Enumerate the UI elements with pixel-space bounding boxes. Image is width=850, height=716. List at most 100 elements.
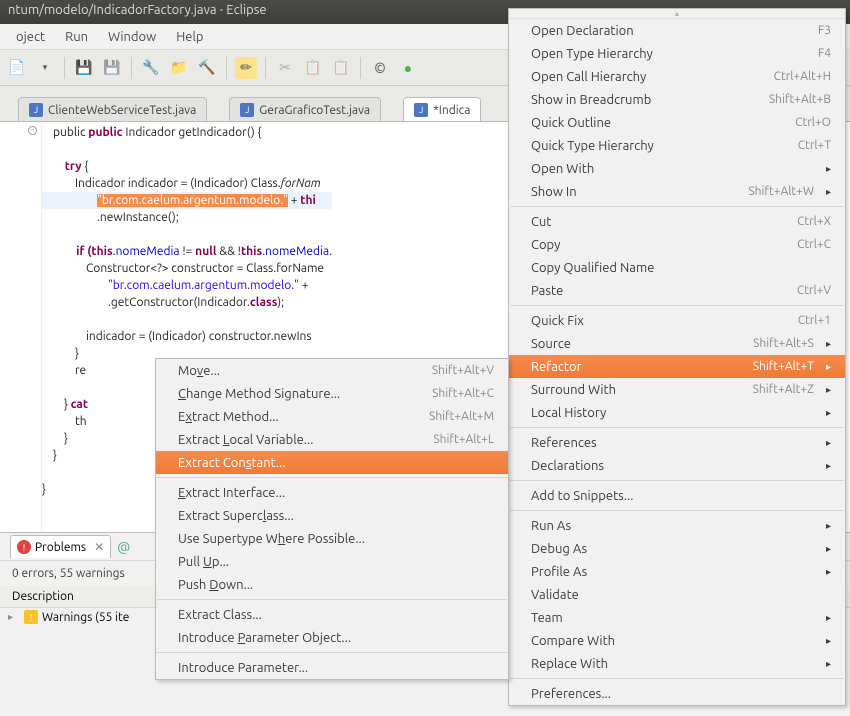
java-file-icon: J: [414, 103, 428, 117]
menu-grabber[interactable]: ▴: [509, 9, 845, 19]
problems-tab[interactable]: ! Problems ✕: [10, 535, 111, 558]
close-icon[interactable]: ✕: [94, 540, 104, 554]
save-all-icon[interactable]: 💾: [101, 57, 123, 79]
chevron-right-icon: ▸: [826, 384, 831, 396]
ctx-label: Profile As: [531, 565, 587, 579]
save-icon[interactable]: 💾: [73, 57, 95, 79]
ctx-item-references[interactable]: References▸: [509, 431, 845, 454]
ctx-label: Introduce Parameter Object...: [178, 631, 351, 645]
ctx-item-team[interactable]: Team▸: [509, 606, 845, 629]
ctx-item-introduce-parameter-object-[interactable]: Introduce Parameter Object...: [156, 626, 508, 649]
ctx-item-declarations[interactable]: Declarations▸: [509, 454, 845, 477]
ctx-item-debug-as[interactable]: Debug As ▸: [509, 537, 845, 560]
chevron-right-icon: ▸: [826, 520, 831, 532]
ctx-item-extract-interface-[interactable]: Extract Interface...: [156, 481, 508, 504]
error-icon: !: [17, 540, 31, 554]
copy-icon[interactable]: 📋: [302, 57, 324, 79]
ctx-item-quick-fix[interactable]: Quick FixCtrl+1: [509, 309, 845, 332]
ctx-item-refactor[interactable]: RefactorShift+Alt+T▸: [509, 355, 845, 378]
tab-label: *Indica: [433, 104, 470, 117]
chevron-right-icon: ▸: [826, 658, 831, 670]
chevron-right-icon: ▸: [826, 543, 831, 555]
ctx-item-profile-as[interactable]: Profile As ▸: [509, 560, 845, 583]
chevron-right-icon: ▸: [826, 566, 831, 578]
toolbar-sep: [64, 57, 65, 79]
ctx-item-open-type-hierarchy[interactable]: Open Type HierarchyF4: [509, 42, 845, 65]
tab-indicadorfactory[interactable]: J *Indica: [403, 97, 481, 121]
ctx-item-quick-type-hierarchy[interactable]: Quick Type HierarchyCtrl+T: [509, 134, 845, 157]
ctx-label: Show in Breadcrumb: [531, 93, 651, 107]
ctx-item-open-with[interactable]: Open With▸: [509, 157, 845, 180]
ctx-item-preferences-[interactable]: Preferences...: [509, 682, 845, 705]
ctx-label: Extract Class...: [178, 608, 262, 622]
shortcut: Shift+Alt+V: [432, 364, 494, 377]
shortcut: Shift+Alt+C: [432, 387, 494, 400]
ctx-label: Copy: [531, 238, 560, 252]
menu-project[interactable]: oject: [6, 26, 55, 48]
ctx-label: Extract Superclass...: [178, 509, 294, 523]
ctx-item-copy[interactable]: Copy Ctrl+C: [509, 233, 845, 256]
ctx-separator: [510, 206, 844, 207]
ctx-item-show-in-breadcrumb[interactable]: Show in Breadcrumb Shift+Alt+B: [509, 88, 845, 111]
ctx-item-source[interactable]: SourceShift+Alt+S▸: [509, 332, 845, 355]
green-icon[interactable]: ●: [397, 57, 419, 79]
ctx-item-introduce-parameter-[interactable]: Introduce Parameter...: [156, 656, 508, 679]
selected-string: "br.com.caelum.argentum.modelo.": [97, 194, 288, 207]
paste-icon[interactable]: 📋: [330, 57, 352, 79]
ctx-label: Quick Type Hierarchy: [531, 139, 654, 153]
ctx-item-extract-constant-[interactable]: Extract Constant...: [156, 451, 508, 474]
ctx-label: Compare With: [531, 634, 615, 648]
dropdown-icon[interactable]: ▾: [34, 57, 56, 79]
ctx-item-quick-outline[interactable]: Quick OutlineCtrl+O: [509, 111, 845, 134]
ctx-item-extract-local-variable-[interactable]: Extract Local Variable...Shift+Alt+L: [156, 428, 508, 451]
menu-run[interactable]: Run: [55, 26, 98, 48]
class-icon[interactable]: ©: [369, 57, 391, 79]
ctx-item-copy-qualified-name[interactable]: Copy Qualified Name: [509, 256, 845, 279]
refactor-icon[interactable]: 🔨: [196, 57, 218, 79]
expand-icon[interactable]: ▸: [8, 611, 20, 623]
folder-icon[interactable]: 📁: [168, 57, 190, 79]
ctx-item-compare-with[interactable]: Compare With▸: [509, 629, 845, 652]
ctx-item-pull-up-[interactable]: Pull Up...: [156, 550, 508, 573]
paint-icon[interactable]: ✏: [235, 57, 257, 79]
ctx-separator: [157, 477, 507, 478]
ctx-item-surround-with[interactable]: Surround WithShift+Alt+Z▸: [509, 378, 845, 401]
menu-help[interactable]: Help: [166, 26, 213, 48]
ctx-item-replace-with[interactable]: Replace With▸: [509, 652, 845, 675]
ctx-item-open-call-hierarchy[interactable]: Open Call HierarchyCtrl+Alt+H: [509, 65, 845, 88]
ctx-item-cut[interactable]: CutCtrl+X: [509, 210, 845, 233]
chevron-right-icon: ▸: [826, 407, 831, 419]
ctx-label: Extract Interface...: [178, 486, 285, 500]
context-menu: ▴ Open DeclarationF3Open Type HierarchyF…: [508, 8, 846, 706]
shortcut: Shift+Alt+B: [769, 93, 831, 106]
ctx-item-show-in[interactable]: Show InShift+Alt+W▸: [509, 180, 845, 203]
ctx-item-extract-class-[interactable]: Extract Class...: [156, 603, 508, 626]
ctx-item-extract-method-[interactable]: Extract Method...Shift+Alt+M: [156, 405, 508, 428]
wand-icon[interactable]: 🔧: [140, 57, 162, 79]
refactor-submenu: Move...Shift+Alt+VChange Method Signatur…: [155, 358, 509, 680]
ctx-item-validate[interactable]: Validate: [509, 583, 845, 606]
ctx-item-paste[interactable]: PasteCtrl+V: [509, 279, 845, 302]
tab-clientewebservice[interactable]: J ClienteWebServiceTest.java: [18, 97, 207, 121]
ctx-item-extract-superclass-[interactable]: Extract Superclass...: [156, 504, 508, 527]
ctx-item-move-[interactable]: Move...Shift+Alt+V: [156, 359, 508, 382]
ctx-item-run-as[interactable]: Run As▸: [509, 514, 845, 537]
ctx-item-use-supertype-where-possible-[interactable]: Use Supertype Where Possible...: [156, 527, 508, 550]
ctx-label: Open Type Hierarchy: [531, 47, 653, 61]
cut-icon[interactable]: ✂: [274, 57, 296, 79]
ctx-item-local-history[interactable]: Local History▸: [509, 401, 845, 424]
shortcut: Shift+Alt+L: [433, 433, 494, 446]
ctx-item-open-declaration[interactable]: Open DeclarationF3: [509, 19, 845, 42]
ctx-item-change-method-signature-[interactable]: Change Method Signature...Shift+Alt+C: [156, 382, 508, 405]
ctx-item-push-down-[interactable]: Push Down...: [156, 573, 508, 596]
fold-icon[interactable]: −: [28, 126, 37, 135]
shortcut: Shift+Alt+W: [748, 185, 814, 198]
tab-geragrafico[interactable]: J GeraGraficoTest.java: [229, 97, 381, 121]
at-icon[interactable]: @: [117, 539, 130, 555]
shortcut: Ctrl+C: [797, 238, 831, 251]
menu-window[interactable]: Window: [98, 26, 166, 48]
ctx-label: Extract Constant...: [178, 456, 286, 470]
ctx-item-add-to-snippets-[interactable]: Add to Snippets...: [509, 484, 845, 507]
new-icon[interactable]: 📄: [6, 57, 28, 79]
ctx-label: Debug As: [531, 542, 587, 556]
